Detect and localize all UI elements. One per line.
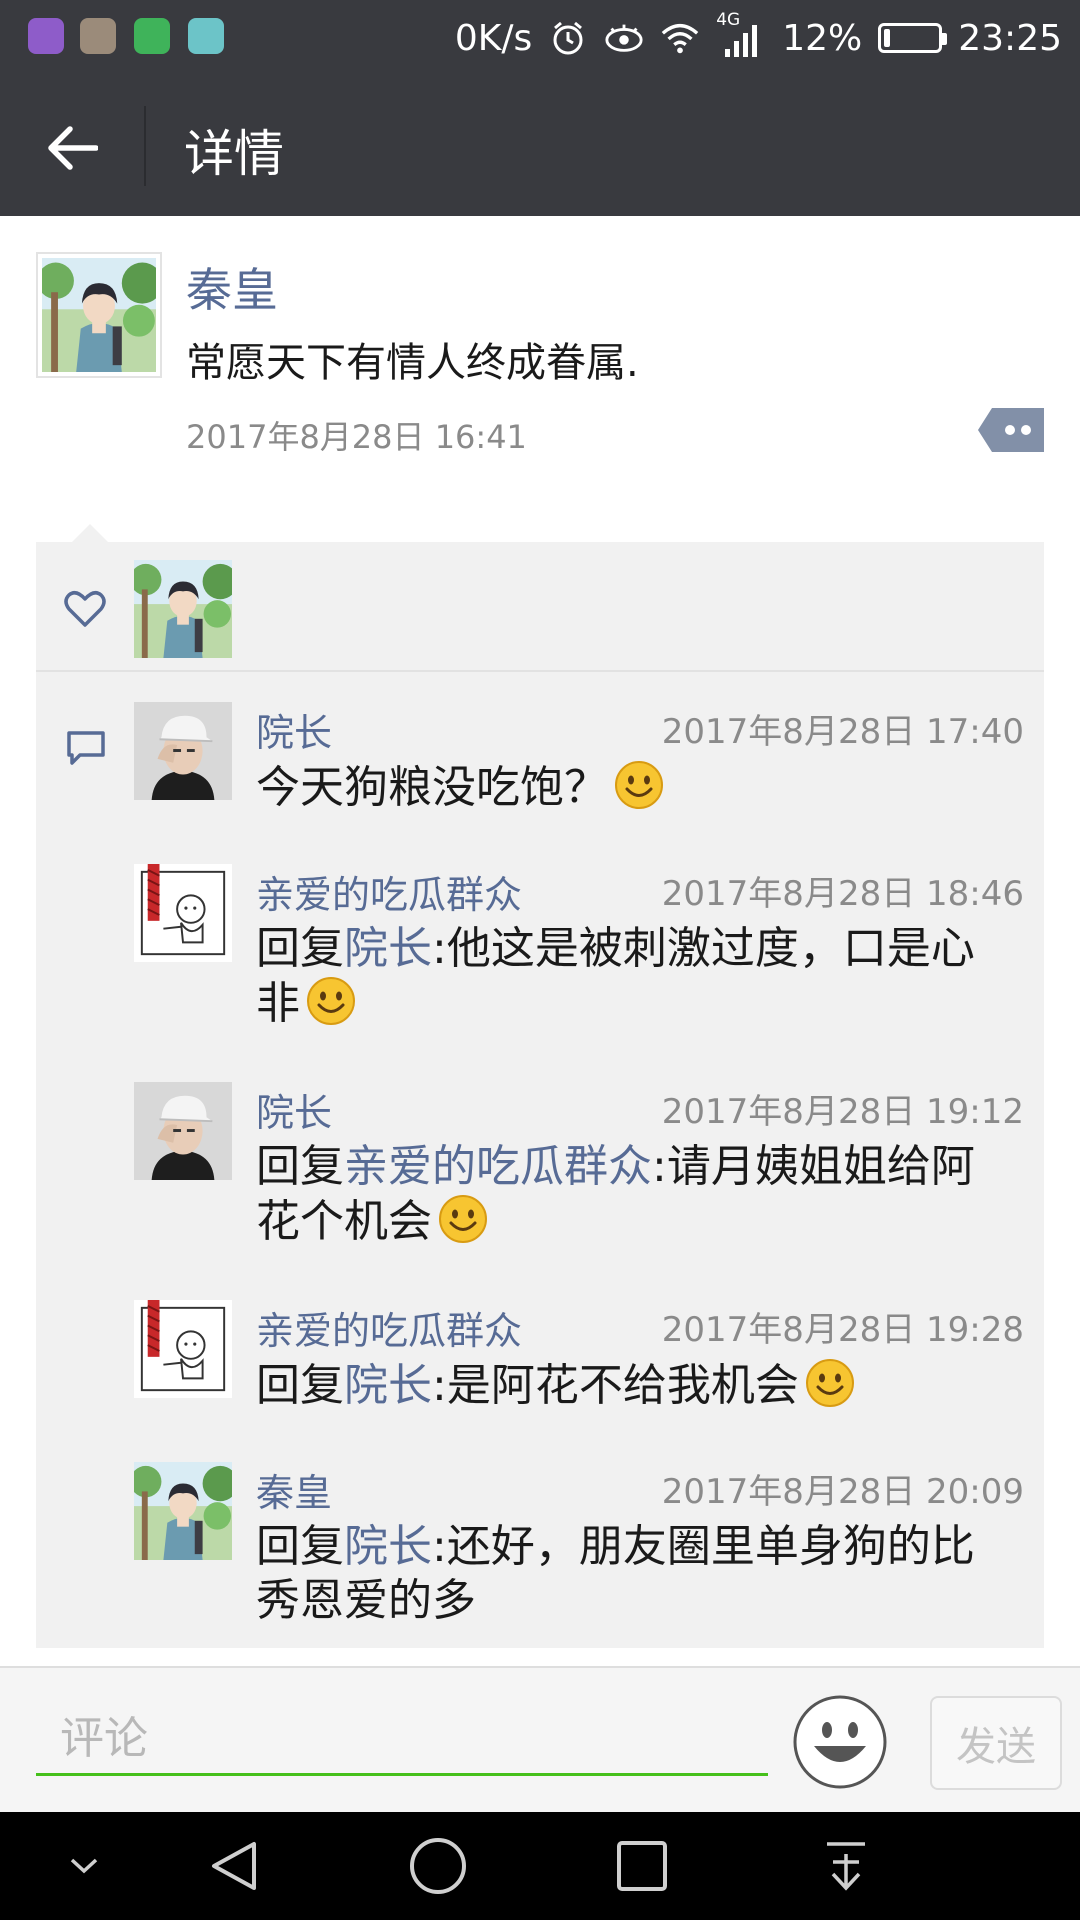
commenter-name[interactable]: 院长 bbox=[256, 702, 332, 757]
avatar[interactable] bbox=[134, 1082, 232, 1180]
post-text: 常愿天下有情人终成眷属. bbox=[186, 340, 639, 386]
chat-app-icon bbox=[188, 18, 224, 54]
comment-item[interactable]: 亲爱的吃瓜群众 2017年8月28日 18:46 回复院长:他这是被刺激过度，口… bbox=[134, 864, 1024, 1044]
alarm-icon bbox=[548, 18, 588, 58]
post-author-avatar[interactable] bbox=[36, 252, 162, 378]
post-author-name[interactable]: 秦皇 bbox=[186, 254, 278, 320]
smile-emoji-icon bbox=[614, 760, 664, 810]
reply-prefix: 回复 bbox=[256, 1360, 344, 1411]
pull-down-icon bbox=[827, 1842, 865, 1891]
chevron-down-icon bbox=[70, 1858, 98, 1874]
smile-emoji-icon bbox=[306, 976, 356, 1026]
comment-panel: 院长 2017年8月28日 17:40 今天狗粮没吃饱？ 亲爱的吃瓜群众 201… bbox=[36, 542, 1044, 1648]
commenter-name[interactable]: 亲爱的吃瓜群众 bbox=[256, 1300, 522, 1355]
circle-home-icon bbox=[410, 1838, 466, 1894]
reply-to-name[interactable]: 院长 bbox=[344, 1360, 432, 1411]
title-bar: 详情 bbox=[0, 76, 1080, 216]
status-bar: 0K/s 4G 12% 23:25 bbox=[0, 0, 1080, 76]
network-speed: 0K/s bbox=[454, 17, 533, 59]
send-button[interactable]: 发送 bbox=[930, 1696, 1062, 1790]
more-icon[interactable] bbox=[978, 408, 1044, 452]
comment-item[interactable]: 院长 2017年8月28日 19:12 回复亲爱的吃瓜群众:请月姨姐姐给阿花个机… bbox=[134, 1082, 1024, 1262]
square-recents-icon bbox=[617, 1841, 667, 1891]
avatar[interactable] bbox=[134, 702, 232, 800]
battery-level bbox=[884, 29, 891, 47]
avatar[interactable] bbox=[134, 1462, 232, 1560]
avatar[interactable] bbox=[134, 864, 232, 962]
hide-keyboard-button[interactable] bbox=[52, 1834, 116, 1898]
comment-time: 2017年8月28日 19:28 bbox=[661, 1310, 1024, 1350]
comment-text-container: 今天狗粮没吃饱？ bbox=[256, 760, 986, 815]
smile-emoji-icon bbox=[438, 1194, 488, 1244]
page-title: 详情 bbox=[184, 125, 284, 183]
eye-icon bbox=[604, 18, 644, 58]
comment-item[interactable]: 亲爱的吃瓜群众 2017年8月28日 19:28 回复院长:是阿花不给我机会 bbox=[134, 1300, 1024, 1420]
reply-prefix: 回复 bbox=[256, 923, 344, 974]
system-navigation-bar bbox=[0, 1812, 1080, 1920]
comment-text-container: 回复院长:他这是被刺激过度，口是心非 bbox=[256, 922, 986, 1031]
reply-to-name[interactable]: 亲爱的吃瓜群众 bbox=[344, 1141, 652, 1192]
signal-icon: 4G bbox=[716, 10, 766, 58]
comment-text: 今天狗粮没吃饱？ bbox=[256, 762, 608, 813]
battery-percent: 12% bbox=[782, 17, 863, 59]
like-row bbox=[36, 542, 1044, 672]
comment-icon bbox=[67, 731, 105, 765]
reply-prefix: 回复 bbox=[256, 1521, 344, 1572]
commenter-name[interactable]: 院长 bbox=[256, 1082, 332, 1137]
comment-text-container: 回复院长:还好，朋友圈里单身狗的比秀恩爱的多 bbox=[256, 1520, 986, 1628]
reply-prefix: 回复 bbox=[256, 1141, 344, 1192]
comment-item[interactable]: 秦皇 2017年8月28日 20:09 回复院长:还好，朋友圈里单身狗的比秀恩爱… bbox=[134, 1462, 1024, 1632]
heart-icon bbox=[64, 591, 106, 627]
back-button[interactable] bbox=[30, 106, 114, 190]
comment-time: 2017年8月28日 19:12 bbox=[661, 1092, 1024, 1132]
post-time: 2017年8月28日 16:41 bbox=[186, 418, 527, 456]
reply-to-name[interactable]: 院长 bbox=[344, 1521, 432, 1572]
avatar[interactable] bbox=[134, 1300, 232, 1398]
battery-icon bbox=[878, 23, 948, 53]
photo-app-icon bbox=[80, 18, 116, 54]
network-type: 4G bbox=[716, 10, 741, 30]
avatar bbox=[42, 258, 156, 372]
emoji-icon[interactable] bbox=[792, 1694, 888, 1790]
nav-home-button[interactable] bbox=[406, 1834, 470, 1898]
app-grid-icon bbox=[134, 18, 170, 54]
nav-recents-button[interactable] bbox=[610, 1834, 674, 1898]
wifi-icon bbox=[660, 18, 700, 58]
commenter-name[interactable]: 秦皇 bbox=[256, 1462, 332, 1517]
reply-to-name[interactable]: 院长 bbox=[344, 923, 432, 974]
comment-input-bar: 发送 bbox=[0, 1666, 1080, 1812]
back-arrow-icon bbox=[48, 126, 98, 170]
clock: 23:25 bbox=[958, 17, 1062, 59]
smile-emoji-icon bbox=[805, 1358, 855, 1408]
nav-notification-button[interactable] bbox=[814, 1834, 878, 1898]
gallery-app-icon bbox=[28, 18, 64, 54]
comment-input[interactable] bbox=[36, 1704, 768, 1776]
triangle-back-icon bbox=[212, 1842, 256, 1890]
title-divider bbox=[144, 106, 146, 186]
comment-text: :是阿花不给我机会 bbox=[432, 1360, 799, 1411]
liker-avatar[interactable] bbox=[134, 560, 232, 658]
comment-time: 2017年8月28日 17:40 bbox=[661, 712, 1024, 752]
panel-pointer bbox=[72, 524, 108, 542]
comment-item[interactable]: 院长 2017年8月28日 17:40 今天狗粮没吃饱？ bbox=[134, 702, 1024, 822]
commenter-name[interactable]: 亲爱的吃瓜群众 bbox=[256, 864, 522, 919]
comment-time: 2017年8月28日 18:46 bbox=[661, 874, 1024, 914]
comment-text-container: 回复院长:是阿花不给我机会 bbox=[256, 1358, 986, 1413]
comment-text-container: 回复亲爱的吃瓜群众:请月姨姐姐给阿花个机会 bbox=[256, 1140, 986, 1249]
comment-time: 2017年8月28日 20:09 bbox=[661, 1472, 1024, 1512]
nav-back-button[interactable] bbox=[202, 1834, 266, 1898]
